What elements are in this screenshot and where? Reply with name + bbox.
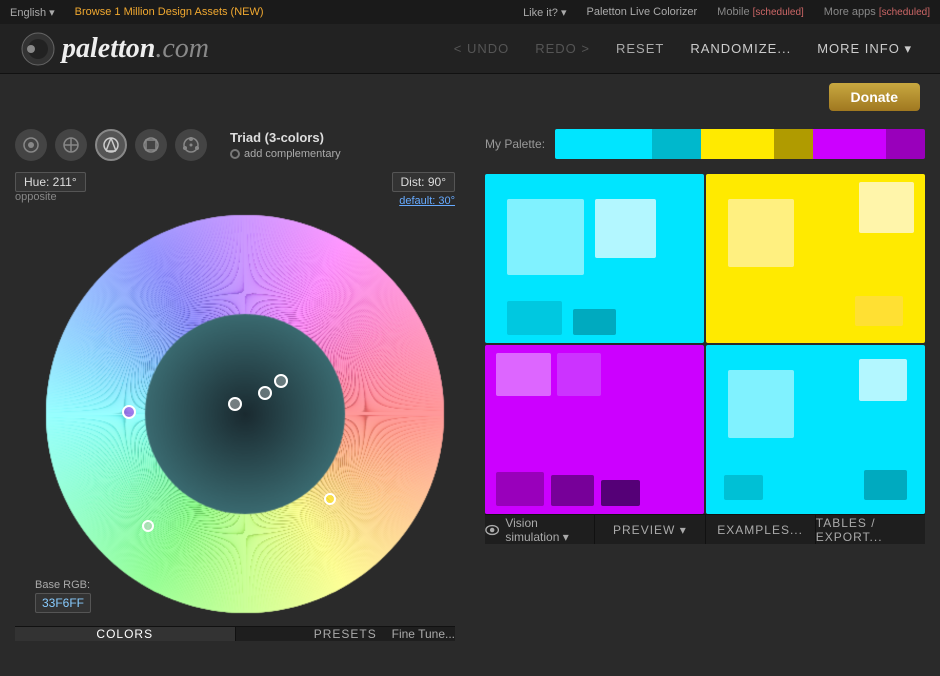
donate-button[interactable]: Donate	[829, 83, 920, 111]
mode-adjacent[interactable]	[55, 129, 87, 161]
left-panel: Triad (3-colors) add complementary Hue: …	[0, 119, 470, 646]
q1-inner-darker	[573, 309, 617, 334]
palette-color-5[interactable]	[813, 129, 886, 159]
like-button[interactable]: Like it? ▾	[523, 6, 566, 19]
language-selector[interactable]: English ▾	[10, 6, 55, 19]
mode-triad[interactable]	[95, 129, 127, 161]
logo: paletton.com	[20, 31, 446, 67]
vision-label: Vision simulation ▾	[505, 516, 594, 544]
right-panel: My Palette:	[470, 119, 940, 646]
mode-label-group: Triad (3-colors) add complementary	[230, 130, 341, 160]
more-info-button[interactable]: MORE INFO ▾	[809, 37, 920, 61]
q3-inner-5	[601, 480, 640, 505]
base-rgb-group: Base RGB: 33F6FF	[35, 579, 91, 613]
redo-button[interactable]: REDO >	[527, 37, 598, 60]
preview-tab[interactable]: PREVIEW ▾	[595, 515, 705, 544]
header: paletton.com < UNDO REDO > RESET RANDOMI…	[0, 24, 940, 74]
reset-button[interactable]: RESET	[608, 37, 672, 60]
color-grid	[485, 174, 925, 514]
wheel-handle-cyan[interactable]	[142, 520, 154, 532]
q4-inner-lighter	[859, 359, 907, 401]
my-palette-row: My Palette:	[485, 129, 925, 159]
main-content: Triad (3-colors) add complementary Hue: …	[0, 119, 940, 646]
fine-tune-button[interactable]: Fine Tune...	[392, 627, 455, 641]
q2-inner-lighter	[855, 296, 903, 326]
base-rgb-value: 33F6FF	[35, 593, 91, 613]
nav-buttons: < UNDO REDO > RESET RANDOMIZE... MORE IN…	[446, 37, 920, 61]
q3-inner-1	[496, 353, 551, 395]
palette-color-4[interactable]	[774, 129, 813, 159]
left-bottom-tabs: COLORS PRESETS	[15, 626, 455, 641]
dist-group: Dist: 90° default: 30°	[392, 173, 455, 209]
wheel-handle-1[interactable]	[228, 397, 242, 411]
colors-tab[interactable]: COLORS	[15, 627, 236, 641]
undo-button[interactable]: < UNDO	[446, 37, 517, 60]
q3-inner-3	[496, 472, 544, 506]
vision-simulation-btn[interactable]: Vision simulation ▾	[485, 515, 595, 544]
wheel-handle-3[interactable]	[274, 374, 288, 388]
grid-q2[interactable]	[706, 174, 925, 343]
add-complementary-row: add complementary	[230, 148, 341, 160]
radio-dot[interactable]	[230, 149, 240, 159]
mobile-link[interactable]: Mobile [scheduled]	[717, 6, 804, 18]
q4-inner-light	[728, 370, 794, 438]
palette-color-6[interactable]	[886, 129, 925, 159]
palette-strip	[555, 129, 925, 159]
top-bar: English ▾ Browse 1 Million Design Assets…	[0, 0, 940, 24]
color-wheel[interactable]	[45, 214, 445, 614]
live-colorizer-link[interactable]: Paletton Live Colorizer	[587, 6, 698, 18]
hue-display: Hue: 211°	[15, 172, 86, 192]
default-link[interactable]: default: 30°	[399, 195, 455, 207]
palette-color-3[interactable]	[701, 129, 774, 159]
q1-inner-lighter	[595, 199, 656, 258]
q1-inner-light	[507, 199, 584, 275]
q3-inner-4	[551, 475, 595, 505]
q4-inner-dark	[864, 470, 908, 500]
logo-icon	[20, 31, 56, 67]
my-palette-label: My Palette:	[485, 137, 545, 151]
color-wheel-container	[45, 214, 425, 594]
base-rgb-label: Base RGB:	[35, 579, 90, 591]
palette-color-1[interactable]	[555, 129, 652, 159]
examples-tab[interactable]: EXAMPLES...	[706, 515, 816, 544]
mode-icons-row: Triad (3-colors) add complementary	[15, 129, 455, 161]
wheel-handle-2[interactable]	[258, 386, 272, 400]
mode-mono[interactable]	[15, 129, 47, 161]
q3-inner-2	[557, 353, 601, 395]
wheel-handle-yellow[interactable]	[324, 493, 336, 505]
mode-free[interactable]	[175, 129, 207, 161]
more-apps-link[interactable]: More apps [scheduled]	[824, 6, 930, 18]
q2-inner-light	[728, 199, 794, 267]
grid-q4[interactable]	[706, 345, 925, 514]
opposite-label: opposite	[15, 191, 86, 203]
controls-row: Hue: 211° opposite Dist: 90° default: 30…	[15, 173, 455, 209]
randomize-button[interactable]: RANDOMIZE...	[682, 37, 799, 60]
donate-section: Donate	[0, 74, 940, 119]
mode-label: Triad (3-colors)	[230, 130, 341, 145]
grid-q1[interactable]	[485, 174, 704, 343]
add-complementary-label[interactable]: add complementary	[244, 148, 341, 160]
grid-q3[interactable]	[485, 345, 704, 514]
dist-display: Dist: 90°	[392, 172, 455, 192]
q2-inner-corner	[859, 182, 914, 233]
q4-inner-darker	[724, 475, 763, 500]
hue-group: Hue: 211° opposite	[15, 173, 86, 209]
wheel-handle-purple[interactable]	[122, 405, 136, 419]
palette-color-2[interactable]	[652, 129, 701, 159]
logo-text: paletton.com	[62, 33, 209, 65]
mode-tetrad[interactable]	[135, 129, 167, 161]
tables-tab[interactable]: TABLES / EXPORT...	[816, 515, 925, 544]
right-bottom-tabs: Vision simulation ▾ PREVIEW ▾ EXAMPLES..…	[485, 514, 925, 544]
q1-inner-dark	[507, 301, 562, 335]
browse-link[interactable]: Browse 1 Million Design Assets (NEW)	[75, 6, 264, 18]
eye-icon	[485, 524, 499, 536]
